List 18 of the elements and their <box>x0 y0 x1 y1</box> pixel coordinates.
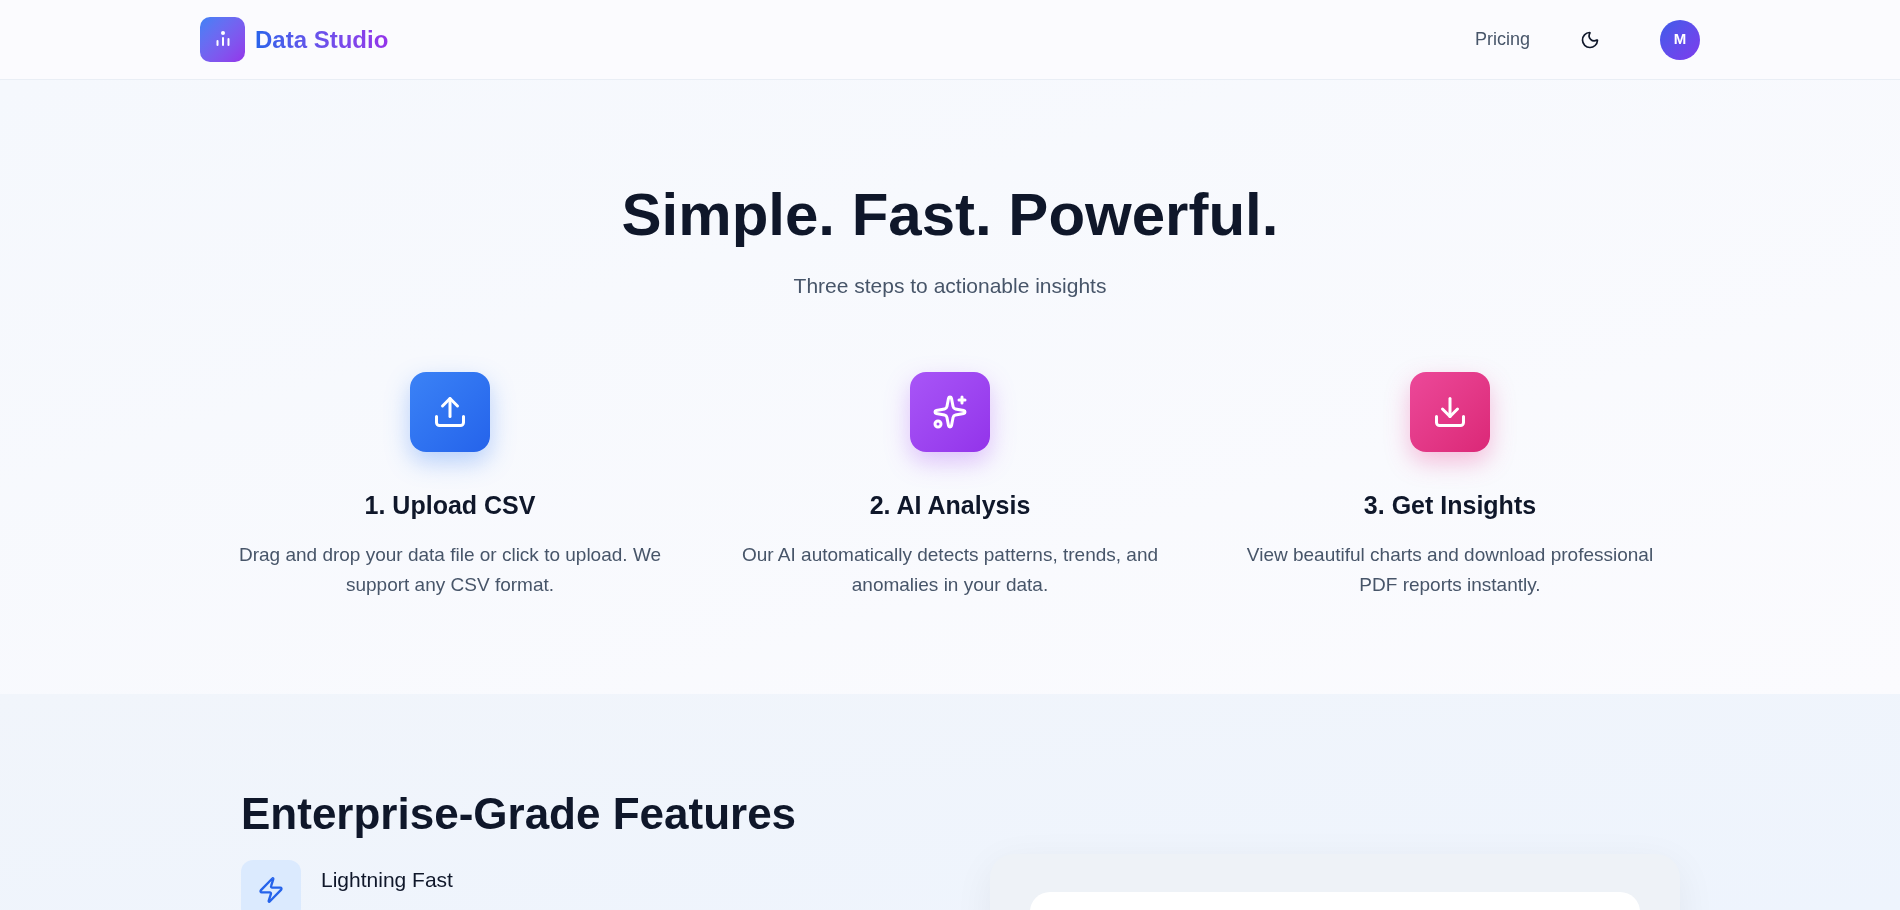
features-title: Enterprise-Grade Features <box>241 790 798 839</box>
download-icon <box>1410 371 1490 452</box>
step-title: 1. Upload CSV <box>364 489 536 521</box>
step-description: Drag and drop your data file or click to upload. We support any CSV format. <box>237 543 663 597</box>
step-title: 3. Get Insights <box>1363 489 1537 521</box>
logo-icon <box>200 17 245 62</box>
moon-icon <box>1580 29 1600 50</box>
hero-title: Simple. Fast. Powerful. <box>621 182 1279 248</box>
upload-icon <box>410 371 490 452</box>
hero-subtitle: Three steps to actionable insights <box>793 273 1107 299</box>
user-avatar[interactable]: M <box>1660 19 1700 60</box>
feature-title: Lightning Fast <box>321 867 453 894</box>
step-description: Our AI automatically detects patterns, trends, and anomalies in your data. <box>740 543 1160 597</box>
lightning-icon <box>241 860 301 910</box>
nav-link[interactable]: Pricing <box>1474 26 1530 53</box>
step-description: View beautiful charts and download professional PDF reports instantly. <box>1245 543 1655 597</box>
sparkles-icon <box>910 371 990 452</box>
step-title: 2. AI Analysis <box>869 489 1031 521</box>
